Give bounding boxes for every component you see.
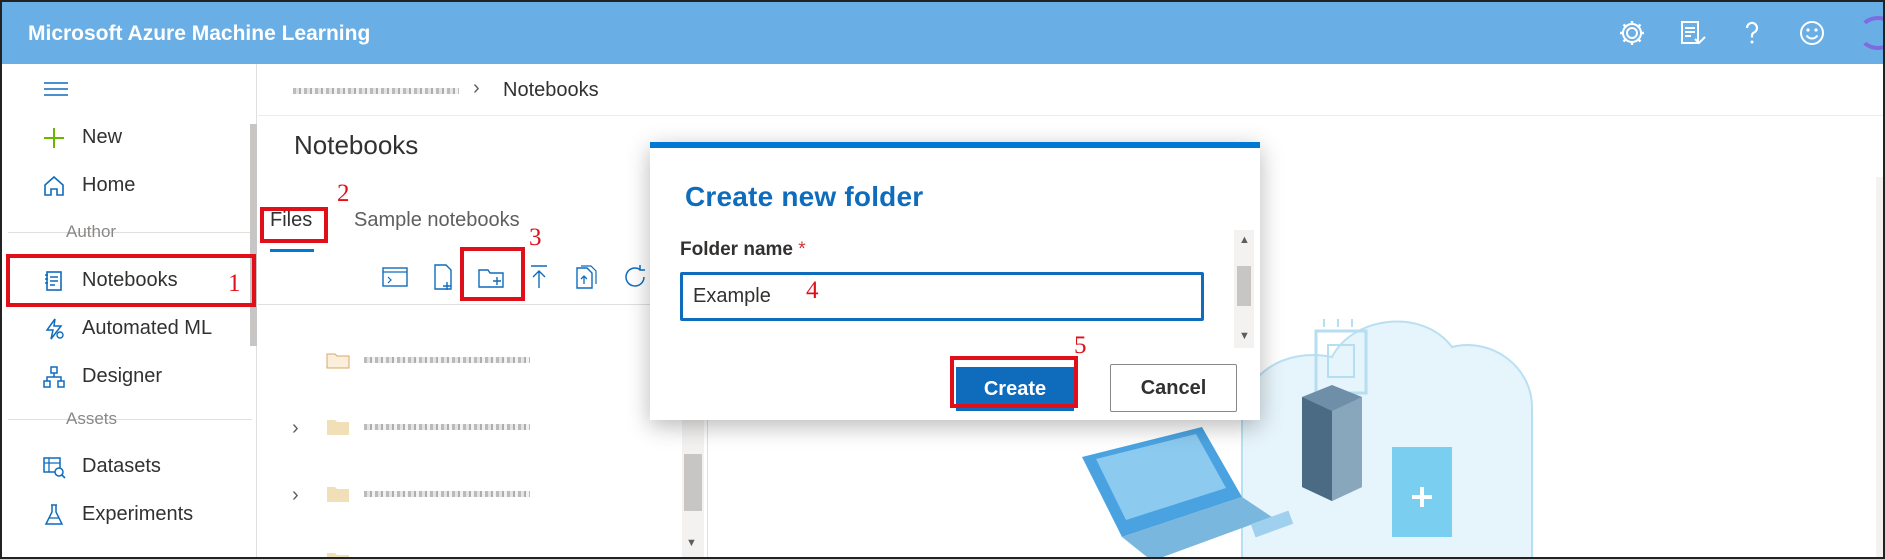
app-title: Microsoft Azure Machine Learning (28, 22, 371, 45)
upload-icon[interactable] (524, 262, 554, 292)
annotation-box-5 (950, 356, 1078, 408)
scrollbar-thumb[interactable] (684, 454, 702, 511)
sidebar-item-experiments[interactable]: Experiments (8, 490, 252, 538)
dialog-title: Create new folder (685, 181, 924, 212)
annotation-number-4: 4 (806, 277, 819, 304)
folder-icon (326, 417, 350, 437)
sidebar-item-label: New (82, 126, 123, 148)
divider (8, 419, 252, 420)
sidebar-item-label: Designer (82, 365, 163, 387)
page-title: Notebooks (294, 130, 419, 160)
folder-name-input[interactable] (680, 272, 1204, 321)
tab-active-indicator (270, 249, 314, 252)
avatar[interactable] (1858, 16, 1883, 50)
annotation-box-1 (6, 254, 256, 307)
sidebar: New Home Author Notebooks Automated ML D… (4, 64, 257, 557)
app-window: Microsoft Azure Machine Learning New Hom… (0, 0, 1885, 559)
folder-name-label: Folder name * (680, 239, 806, 261)
home-icon (42, 174, 66, 198)
sidebar-item-home[interactable]: Home (8, 161, 252, 209)
cancel-button[interactable]: Cancel (1110, 364, 1237, 412)
sidebar-item-designer[interactable]: Designer (8, 352, 252, 400)
tree-item-folder[interactable]: › (292, 542, 692, 557)
folder-icon (326, 550, 350, 557)
annotation-number-2: 2 (337, 180, 350, 207)
scrollbar-thumb[interactable] (1237, 266, 1251, 306)
new-file-icon[interactable] (428, 262, 458, 292)
scroll-down-arrow-icon[interactable]: ▼ (686, 537, 697, 549)
top-bar: Microsoft Azure Machine Learning (2, 2, 1883, 64)
tab-sample-notebooks[interactable]: Sample notebooks (354, 209, 520, 232)
section-label-assets: Assets (66, 409, 118, 428)
section-label-author: Author (66, 222, 117, 241)
tree-item-name-redacted (364, 491, 530, 497)
tree-item-name-redacted (364, 424, 530, 430)
folder-name-label-text: Folder name (680, 239, 793, 260)
plus-icon (42, 126, 66, 150)
required-marker: * (798, 239, 806, 260)
designer-icon (42, 365, 66, 389)
gear-icon[interactable] (1617, 18, 1647, 48)
annotation-number-1: 1 (228, 270, 241, 297)
dialog-scrollbar[interactable]: ▲ ▼ (1234, 230, 1254, 348)
tree-item-name-redacted (364, 357, 530, 363)
datasets-icon (42, 455, 66, 479)
sidebar-item-label: Home (82, 174, 136, 196)
terminal-icon[interactable] (380, 262, 410, 292)
chevron-right-icon[interactable]: › (292, 417, 299, 440)
sidebar-item-label: Datasets (82, 455, 161, 477)
tree-item-folder[interactable]: › (292, 476, 692, 516)
hamburger-icon[interactable] (44, 80, 68, 98)
sidebar-item-new[interactable]: New (8, 113, 252, 161)
flask-icon (42, 503, 66, 527)
scroll-up-arrow-icon[interactable]: ▲ (1239, 234, 1250, 246)
annotation-number-3: 3 (529, 224, 542, 251)
automated-ml-icon (42, 317, 66, 341)
smiley-icon[interactable] (1797, 18, 1827, 48)
tree-item-folder[interactable]: › (292, 409, 692, 449)
annotation-box-2 (260, 207, 328, 243)
divider (8, 232, 252, 233)
sidebar-item-datasets[interactable]: Datasets (8, 442, 252, 490)
main-scrollbar[interactable] (1876, 177, 1883, 557)
divider (258, 304, 708, 305)
sidebar-item-automated-ml[interactable]: Automated ML (8, 304, 252, 352)
chevron-right-icon[interactable]: › (292, 484, 299, 507)
folder-icon (326, 484, 350, 504)
upload-folder-icon[interactable] (572, 262, 602, 292)
annotation-box-3 (460, 247, 525, 301)
breadcrumb-current: Notebooks (503, 79, 599, 101)
sidebar-scrollbar[interactable] (250, 124, 257, 346)
sidebar-item-label: Automated ML (82, 317, 213, 339)
refresh-icon[interactable] (620, 262, 650, 292)
breadcrumb-workspace-redacted[interactable] (293, 88, 459, 94)
annotation-number-5: 5 (1074, 332, 1087, 359)
help-icon[interactable] (1737, 18, 1767, 48)
divider (707, 417, 708, 557)
breadcrumb: › Notebooks (258, 64, 1883, 116)
sidebar-item-label: Experiments (82, 503, 194, 525)
tree-item-folder[interactable] (292, 342, 692, 382)
folder-open-icon (326, 350, 350, 370)
scroll-down-arrow-icon[interactable]: ▼ (1239, 330, 1250, 342)
chevron-right-icon[interactable]: › (292, 550, 299, 557)
chevron-right-icon: › (473, 77, 480, 99)
feedback-icon[interactable] (1677, 18, 1707, 48)
